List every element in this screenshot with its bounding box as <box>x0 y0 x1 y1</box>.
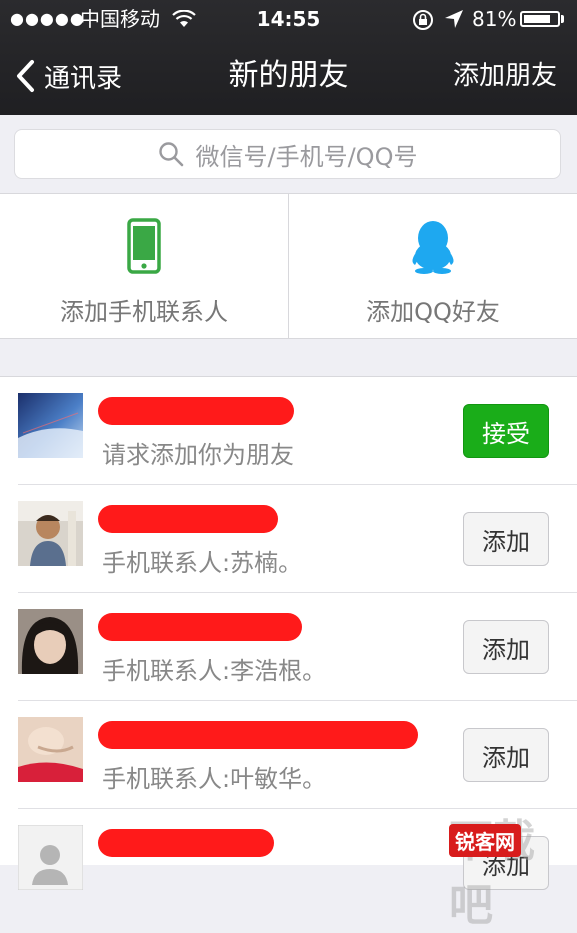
add-button[interactable]: 添加 <box>463 512 549 566</box>
battery-icon <box>520 11 560 27</box>
avatar <box>18 609 83 674</box>
contact-subtitle: 手机联系人:叶敏华。 <box>102 765 327 793</box>
navigation-bar: 通讯录 新的朋友 添加朋友 <box>0 38 577 115</box>
battery-percent: 81% <box>472 7 517 31</box>
list-item[interactable]: 手机联系人:叶敏华。 添加 <box>0 701 577 809</box>
redacted-name <box>98 613 302 641</box>
avatar <box>18 393 83 458</box>
status-bar: ●●●●● 中国移动 14:55 81% <box>0 0 577 38</box>
redacted-name <box>98 721 418 749</box>
list-item[interactable]: 手机联系人:李浩根。 添加 <box>0 593 577 701</box>
accept-button[interactable]: 接受 <box>463 404 549 458</box>
add-button[interactable]: 添加 <box>463 728 549 782</box>
search-placeholder: 微信号/手机号/QQ号 <box>195 142 418 171</box>
avatar <box>18 501 83 566</box>
add-button[interactable]: 添加 <box>463 620 549 674</box>
quick-actions: 添加手机联系人 添加QQ好友 <box>0 193 577 339</box>
watermark: 下载吧 锐客网 <box>449 805 569 931</box>
search-section: 微信号/手机号/QQ号 <box>0 115 577 193</box>
redacted-name <box>98 829 274 857</box>
redacted-name <box>98 505 278 533</box>
avatar <box>18 717 83 782</box>
location-arrow-icon <box>445 10 463 28</box>
contact-subtitle: 手机联系人:苏楠。 <box>102 549 303 577</box>
list-item[interactable]: 请求添加你为朋友 接受 <box>0 377 577 485</box>
search-input[interactable]: 微信号/手机号/QQ号 <box>14 129 561 179</box>
watermark-tag: 锐客网 <box>449 824 521 857</box>
list-item[interactable]: 手机联系人:苏楠。 添加 <box>0 485 577 593</box>
friend-request-list: 请求添加你为朋友 接受 手机联系人:苏楠。 添加 手机联系人:李浩根。 添加 手… <box>0 376 577 890</box>
add-phone-contacts-button[interactable]: 添加手机联系人 <box>0 194 288 338</box>
add-phone-contacts-label: 添加手机联系人 <box>60 298 228 326</box>
top-bar: ●●●●● 中国移动 14:55 81% 通讯录 新的朋友 添加朋友 <box>0 0 577 115</box>
request-subtitle: 请求添加你为朋友 <box>102 441 294 469</box>
rotation-lock-icon <box>413 10 433 30</box>
avatar <box>18 825 83 890</box>
contact-subtitle: 手机联系人:李浩根。 <box>102 657 327 685</box>
battery-tip <box>561 15 564 23</box>
add-qq-friends-button[interactable]: 添加QQ好友 <box>289 194 577 338</box>
qq-penguin-icon <box>412 221 454 274</box>
search-icon <box>158 142 183 167</box>
section-gap <box>0 339 577 376</box>
phone-icon <box>127 218 161 274</box>
redacted-name <box>98 397 294 425</box>
add-friend-button[interactable]: 添加朋友 <box>453 56 557 96</box>
add-qq-friends-label: 添加QQ好友 <box>366 298 500 326</box>
